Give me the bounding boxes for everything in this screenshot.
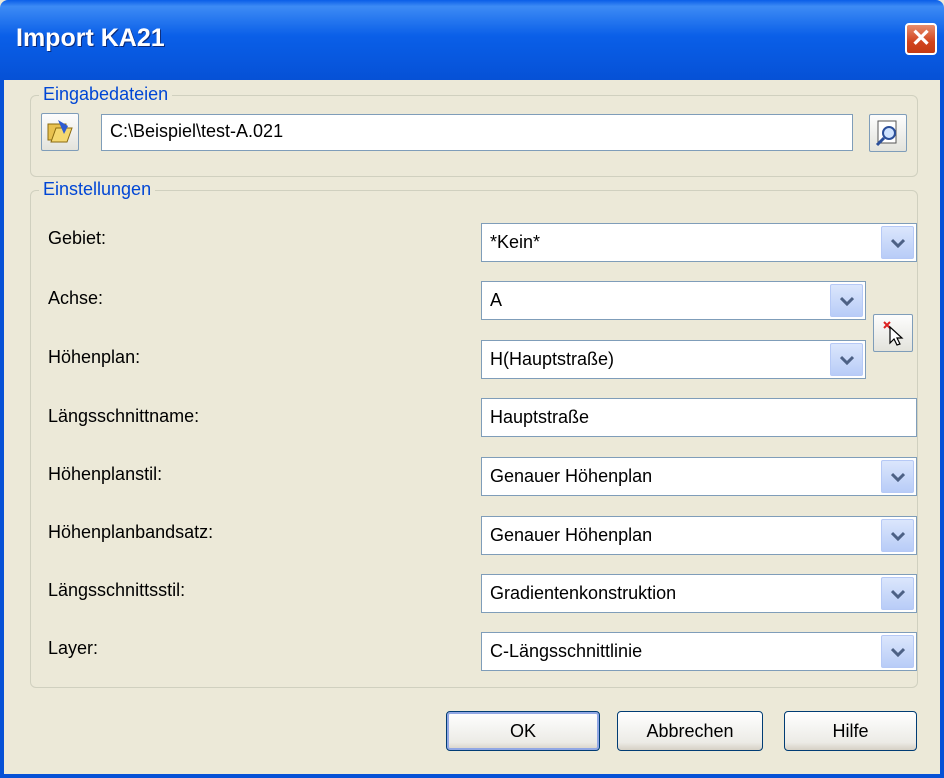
window-frame-bottom [0,774,944,778]
title-bar: Import KA21 ✕ [0,0,944,80]
hoehenplanstil-label: Höhenplanstil: [48,464,163,484]
hoehenplan-value: H(Hauptstraße) [490,349,615,369]
ok-button[interactable]: OK [446,711,600,751]
achse-label: Achse: [48,288,104,308]
close-button[interactable]: ✕ [905,23,937,55]
hoehenplanstil-value: Genauer Höhenplan [490,466,653,486]
hoehenplanbandsatz-dropdown-button[interactable] [881,519,914,552]
gebiet-dropdown-button[interactable] [881,226,914,259]
cancel-button[interactable]: Abbrechen [617,711,763,751]
chevron-down-icon [891,647,905,657]
achse-select[interactable]: A [481,281,866,320]
browse-button[interactable] [869,114,907,152]
layer-value: C-Längsschnittlinie [490,641,643,661]
pick-from-drawing-icon [883,321,904,346]
laengsschnittsstil-label: Längsschnittsstil: [48,580,186,600]
hoehenplanbandsatz-value: Genauer Höhenplan [490,525,653,545]
gebiet-label: Gebiet: [48,228,107,248]
achse-dropdown-button[interactable] [830,284,863,317]
hoehenplanstil-dropdown-button[interactable] [881,460,914,493]
input-files-legend: Eingabedateien [39,84,173,105]
open-folder-icon [47,120,73,143]
hoehenplanbandsatz-select[interactable]: Genauer Höhenplan [481,516,917,555]
hoehenplanstil-select[interactable]: Genauer Höhenplan [481,457,917,496]
settings-legend: Einstellungen [39,179,156,200]
window-frame-right [940,80,944,778]
hoehenplan-dropdown-button[interactable] [830,343,863,376]
open-file-button[interactable] [41,113,79,151]
laengsschnittname-field[interactable]: Hauptstraße [481,398,917,437]
chevron-down-icon [891,238,905,248]
gebiet-select[interactable]: *Kein* [481,223,917,262]
laengsschnittname-label: Längsschnittname: [48,406,200,426]
layer-select[interactable]: C-Längsschnittlinie [481,632,917,671]
window-frame-left [0,80,4,778]
achse-value: A [490,290,503,310]
gebiet-value: *Kein* [490,232,541,252]
file-path-field[interactable]: C:\Beispiel\test-A.021 [101,114,853,151]
hoehenplan-select[interactable]: H(Hauptstraße) [481,340,866,379]
browse-icon [875,120,897,147]
chevron-down-icon [840,296,854,306]
hoehenplanbandsatz-label: Höhenplanbandsatz: [48,522,214,542]
file-path-value: C:\Beispiel\test-A.021 [110,121,284,141]
laengsschnittsstil-dropdown-button[interactable] [881,577,914,610]
window-title: Import KA21 [16,24,165,52]
layer-label: Layer: [48,638,99,658]
chevron-down-icon [891,589,905,599]
chevron-down-icon [891,531,905,541]
hoehenplan-label: Höhenplan: [48,347,141,367]
laengsschnittname-value: Hauptstraße [490,407,590,427]
laengsschnittsstil-value: Gradientenkonstruktion [490,583,677,603]
pick-from-drawing-button[interactable] [873,314,913,352]
layer-dropdown-button[interactable] [881,635,914,668]
laengsschnittsstil-select[interactable]: Gradientenkonstruktion [481,574,917,613]
help-button[interactable]: Hilfe [784,711,917,751]
chevron-down-icon [891,472,905,482]
chevron-down-icon [840,355,854,365]
settings-group: Einstellungen [30,179,918,688]
close-icon: ✕ [910,25,932,52]
